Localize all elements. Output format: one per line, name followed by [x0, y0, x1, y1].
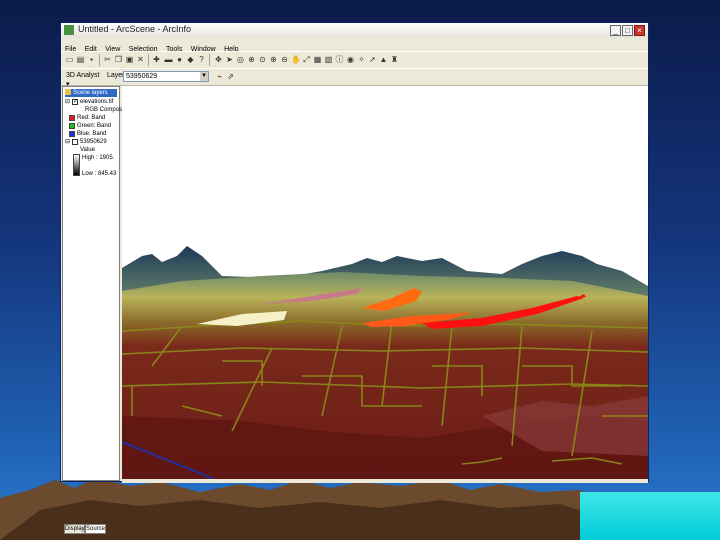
- toc-header[interactable]: Scene layers: [65, 89, 117, 97]
- fly-icon[interactable]: ➤: [225, 55, 234, 64]
- full-extent-icon[interactable]: ⤢: [302, 55, 311, 64]
- blue-band-label: Blue: Band: [77, 131, 107, 137]
- 3d-analyst-label: 3D Analyst: [66, 72, 100, 79]
- navigator-icon[interactable]: ✧: [357, 55, 366, 64]
- help-icon[interactable]: ?: [197, 55, 206, 64]
- table-of-contents: Scene layers ⊟ ✓ elevations.tif RGB Comp…: [62, 86, 123, 534]
- copy-icon[interactable]: ❐: [114, 55, 123, 64]
- add-data-icon[interactable]: ✚: [152, 55, 161, 64]
- title-bar[interactable]: Untitled - ArcScene - ArcInfo _ □ ×: [61, 23, 648, 38]
- target-icon[interactable]: ◎: [236, 55, 245, 64]
- app-icon: [64, 25, 74, 35]
- select-features-icon[interactable]: ▦: [313, 55, 322, 64]
- scene-view[interactable]: [122, 86, 648, 483]
- paste-icon[interactable]: ▣: [125, 55, 134, 64]
- select-element-icon[interactable]: ➚: [368, 55, 377, 64]
- green-swatch: [69, 123, 75, 129]
- zoom-in-icon[interactable]: ⊕: [269, 55, 278, 64]
- clear-selection-icon[interactable]: ▧: [324, 55, 333, 64]
- scene-layers-icon: [65, 89, 71, 95]
- steepest-path-icon[interactable]: ⇗: [226, 72, 235, 81]
- expand-icon[interactable]: ⊟: [65, 99, 70, 106]
- rgb-composite-label: RGB Compos: [85, 107, 123, 113]
- center-on-target-icon[interactable]: ⊙: [258, 55, 267, 64]
- slide-cyan-block: [580, 492, 720, 540]
- save-icon[interactable]: ▪: [87, 55, 96, 64]
- expand-icon[interactable]: ⊟: [65, 139, 70, 146]
- delete-icon[interactable]: ✕: [136, 55, 145, 64]
- pan-icon[interactable]: ✋: [291, 55, 301, 64]
- status-bar: [122, 479, 648, 483]
- globe-icon[interactable]: ●: [175, 55, 184, 64]
- chevron-down-icon: ▼: [200, 72, 208, 81]
- standard-toolbar: ▭ ▤ ▪ ✂ ❐ ▣ ✕ ✚ ▬ ● ◆ ? ✥ ➤ ◎ ⊕ ⊙ ⊕ ⊖ ✋ …: [61, 51, 648, 69]
- high-value-label: High : 1905.: [82, 155, 115, 161]
- zoom-to-target-icon[interactable]: ⊕: [247, 55, 256, 64]
- terrain-render: [122, 246, 648, 483]
- menu-bar: File Edit View Selection Tools Window He…: [61, 38, 648, 53]
- 3d-analyst-toolbar: 3D Analyst ▾ Layer: 53950629 ▼ ⌁ ⇗: [61, 68, 648, 88]
- toc-header-label: Scene layers: [73, 90, 108, 96]
- tab-source[interactable]: Source: [85, 524, 106, 534]
- new-icon[interactable]: ▭: [65, 55, 74, 64]
- open-icon[interactable]: ▤: [76, 55, 85, 64]
- low-value-label: Low : 845.43: [82, 171, 117, 177]
- identify-icon[interactable]: ⓘ: [335, 55, 344, 64]
- layer-dropdown[interactable]: 53950629 ▼: [123, 71, 209, 82]
- close-button[interactable]: ×: [634, 25, 645, 36]
- arctoolbox-icon[interactable]: ◆: [186, 55, 195, 64]
- blue-swatch: [69, 131, 75, 137]
- layer2-checkbox[interactable]: [72, 139, 78, 145]
- cut-icon[interactable]: ✂: [103, 55, 112, 64]
- arcscene-window: Untitled - ArcScene - ArcInfo _ □ × File…: [60, 22, 649, 534]
- tab-display[interactable]: Display: [64, 524, 85, 534]
- globe-view-icon[interactable]: ◉: [346, 55, 355, 64]
- green-band-label: Green: Band: [77, 123, 112, 129]
- minimize-button[interactable]: _: [610, 25, 621, 36]
- binoculars-icon[interactable]: ♜: [390, 55, 399, 64]
- red-swatch: [69, 115, 75, 121]
- 3d-analyst-menu[interactable]: 3D Analyst ▾: [64, 71, 100, 88]
- zoom-out-icon[interactable]: ⊖: [280, 55, 289, 64]
- layer1-name[interactable]: elevations.tif: [80, 99, 113, 106]
- layer-dropdown-value: 53950629: [126, 73, 158, 80]
- contour-icon[interactable]: ⌁: [215, 72, 224, 81]
- window-title: Untitled - ArcScene - ArcInfo: [78, 24, 192, 34]
- layer1-checkbox[interactable]: ✓: [72, 99, 78, 105]
- red-band-label: Red: Band: [77, 115, 106, 121]
- value-label: Value: [80, 147, 95, 153]
- layer2-name[interactable]: 53950629: [80, 139, 107, 146]
- maximize-button[interactable]: □: [622, 25, 633, 36]
- elevation-gradient-legend: [73, 154, 80, 176]
- save-scene-icon[interactable]: ▬: [164, 55, 173, 64]
- navigate-icon[interactable]: ✥: [214, 55, 223, 64]
- info-icon[interactable]: ▲: [379, 55, 388, 64]
